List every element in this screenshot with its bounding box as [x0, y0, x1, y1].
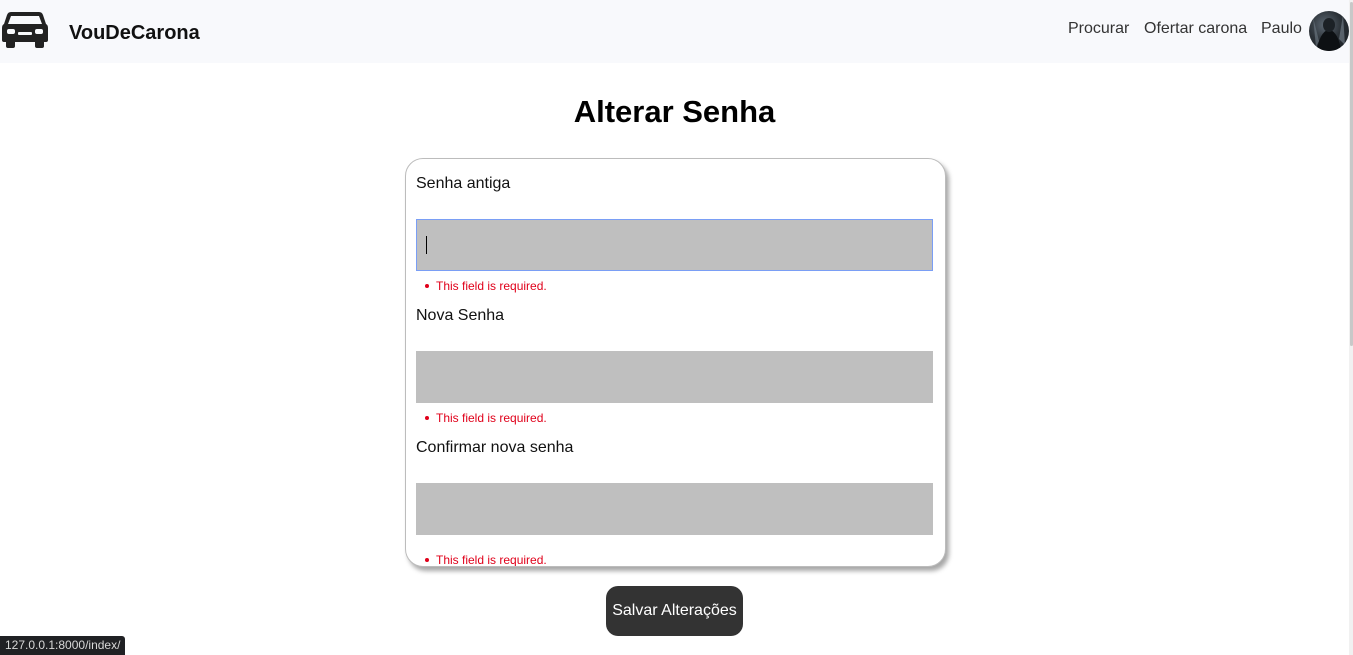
- nav-link-user[interactable]: Paulo: [1261, 20, 1302, 38]
- confirm-password-label: Confirmar nova senha: [416, 439, 574, 456]
- brand-name[interactable]: VouDeCarona: [69, 22, 200, 45]
- old-password-label: Senha antiga: [416, 175, 511, 192]
- error-bullet-icon: [425, 416, 429, 420]
- nav-link-ofertar-carona[interactable]: Ofertar carona: [1144, 20, 1247, 38]
- old-password-input[interactable]: [416, 219, 933, 271]
- avatar[interactable]: [1309, 11, 1349, 51]
- error-text: This field is required.: [436, 411, 547, 425]
- new-password-input[interactable]: [416, 351, 933, 403]
- error-bullet-icon: [425, 558, 429, 562]
- nav-link-procurar[interactable]: Procurar: [1068, 20, 1129, 38]
- error-text: This field is required.: [436, 279, 547, 293]
- text-caret: [426, 236, 427, 254]
- page-title: Alterar Senha: [573, 94, 776, 129]
- car-icon[interactable]: [2, 8, 48, 48]
- error-text: This field is required.: [436, 553, 547, 567]
- error-bullet-icon: [425, 284, 429, 288]
- navbar: VouDeCarona Procurar Ofertar carona Paul…: [0, 0, 1353, 63]
- confirm-password-input[interactable]: [416, 483, 933, 535]
- save-changes-button[interactable]: Salvar Alterações: [606, 586, 743, 636]
- new-password-label: Nova Senha: [416, 307, 505, 324]
- status-bar-url: 127.0.0.1:8000/index/: [0, 636, 126, 655]
- change-password-form: Senha antiga This field is required. Nov…: [405, 158, 946, 567]
